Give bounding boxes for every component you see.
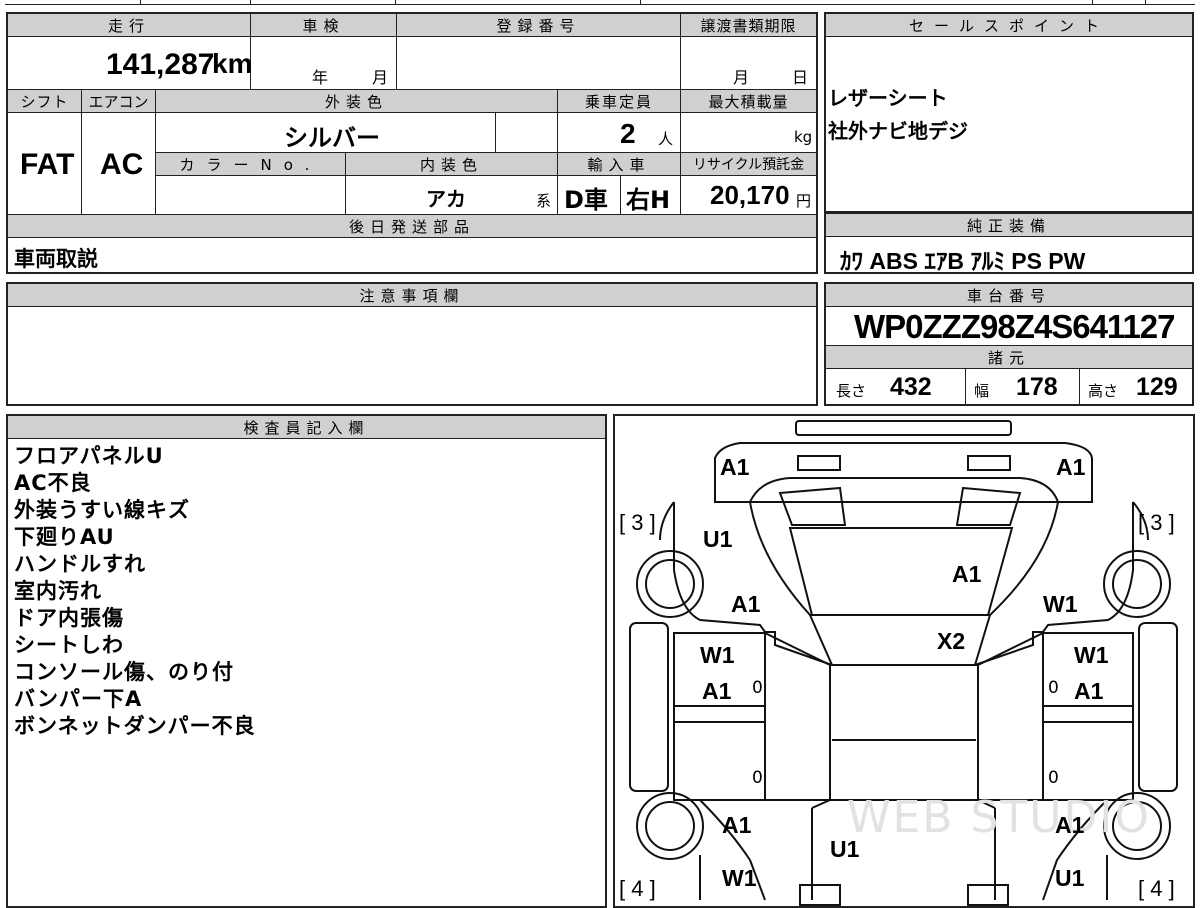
inspector-item: ドア内張傷 xyxy=(14,606,124,630)
shaken-header: 車検 xyxy=(251,14,396,36)
notes-header: 注意事項欄 xyxy=(8,284,816,306)
interior-value: アカ xyxy=(426,187,466,211)
import-header: 輸入車 xyxy=(558,153,680,175)
damage-mark: U1 xyxy=(703,526,733,552)
damage-mark: A1 xyxy=(1056,454,1086,480)
damage-mark: W1 xyxy=(1074,642,1109,668)
mileage-header: 走行 xyxy=(8,14,250,36)
exterior-header: 外装色 xyxy=(156,90,557,112)
inspector-item: ハンドルすれ xyxy=(14,552,146,576)
interior-suffix: 系 xyxy=(536,192,552,210)
sales-line: 社外ナビ地デジ xyxy=(828,119,968,143)
sales-line: レザーシート xyxy=(828,86,948,110)
inspector-item: コンソール傷、のり付 xyxy=(14,660,234,684)
damage-diagram: WEB STUDIO [ 3 ] [ 3 ] [ 4 ] [ 4 ] A1 A1 U… xyxy=(613,414,1195,908)
inspector-item: 室内汚れ xyxy=(14,579,102,603)
zero-mark: 0 xyxy=(752,678,763,698)
length-label: 長さ xyxy=(836,382,867,400)
inspector-item: 下廻りAU xyxy=(14,525,115,549)
mileage-value: 141,287 xyxy=(106,48,215,81)
equipment-box: 純正装備 ｶﾜ ABS ｴｱB ｱﾙﾐ PS PW xyxy=(824,212,1194,274)
reg-header: 登録番号 xyxy=(397,14,680,36)
chassis-header: 車台番号 xyxy=(826,284,1192,306)
equipment-value: ｶﾜ ABS ｴｱB ｱﾙﾐ PS PW xyxy=(840,248,1086,274)
zero-mark: 0 xyxy=(1048,768,1059,788)
chassis-box: 車台番号 WP0ZZZ98Z4S641127 諸元 長さ 432 幅 178 高… xyxy=(824,282,1194,406)
damage-mark: A1 xyxy=(720,454,750,480)
inspector-item: 外装うすい線キズ xyxy=(14,498,190,522)
interior-header: 内装色 xyxy=(346,153,557,175)
inspector-item: フロアパネルU xyxy=(14,444,164,468)
inspector-header: 検査員記入欄 xyxy=(8,416,605,438)
damage-mark: X2 xyxy=(937,628,966,654)
vehicle-info-table: 走行 車検 登録番号 譲渡書類期限 141,287 km 年 月 月 日 シフト… xyxy=(6,12,818,274)
import-value-1: D車 xyxy=(564,186,608,214)
ac-header: エアコン xyxy=(82,90,155,112)
chassis-value: WP0ZZZ98Z4S641127 xyxy=(854,308,1176,345)
damage-mark: U1 xyxy=(1055,865,1085,891)
sales-point-box: セールスポイント レザーシート 社外ナビ地デジ xyxy=(824,12,1194,213)
inspector-item: AC不良 xyxy=(14,471,92,495)
zero-mark: 0 xyxy=(1048,678,1059,698)
ac-value: AC xyxy=(100,148,144,181)
inspector-box: 検査員記入欄 フロアパネルU AC不良外装うすい線キズ 下廻りAU ハンドルすれ 室内汚… xyxy=(6,414,607,908)
length-value: 432 xyxy=(890,373,932,401)
import-value-2: 右H xyxy=(626,186,671,214)
recycle-value: 20,170 xyxy=(710,180,790,210)
specs-header: 諸元 xyxy=(826,346,1192,368)
parts-header: 後日発送部品 xyxy=(8,215,816,237)
damage-marks: A1 A1 U1 A1 A1 W1 X2 W1 W1 A1 A1 A1 U1 A1 W1 U1 0 0 0 0 xyxy=(615,416,1193,906)
shaken-year: 年 xyxy=(312,68,329,87)
maxload-header: 最大積載量 xyxy=(681,90,816,112)
zero-mark: 0 xyxy=(752,768,763,788)
damage-mark: A1 xyxy=(952,561,982,587)
colorno-header: カラーNo. xyxy=(156,153,345,175)
inspector-item: シートしわ xyxy=(14,633,124,657)
transfer-day: 日 xyxy=(792,68,809,87)
recycle-header: リサイクル預託金 xyxy=(681,153,816,175)
transfer-header: 譲渡書類期限 xyxy=(681,14,816,36)
inspector-item: バンパー下A xyxy=(14,687,143,711)
height-label: 高さ xyxy=(1088,382,1119,400)
maxload-unit: kg xyxy=(794,128,813,146)
width-label: 幅 xyxy=(974,382,990,400)
damage-mark: W1 xyxy=(722,865,757,891)
damage-mark: A1 xyxy=(702,678,732,704)
height-value: 129 xyxy=(1136,373,1178,401)
shift-value: FAT xyxy=(20,148,75,181)
equipment-header: 純正装備 xyxy=(826,214,1192,236)
transfer-month: 月 xyxy=(733,68,750,87)
damage-mark: W1 xyxy=(1043,591,1078,617)
damage-mark: A1 xyxy=(731,591,761,617)
parts-value: 車両取説 xyxy=(14,247,98,271)
shaken-month: 月 xyxy=(372,68,389,87)
damage-mark: U1 xyxy=(830,836,860,862)
damage-mark: A1 xyxy=(1074,678,1104,704)
damage-mark: A1 xyxy=(722,812,752,838)
damage-mark: W1 xyxy=(700,642,735,668)
capacity-unit: 人 xyxy=(658,130,674,148)
capacity-header: 乗車定員 xyxy=(558,90,680,112)
shift-header: シフト xyxy=(8,90,81,112)
inspector-item: ボンネットダンパー不良 xyxy=(14,714,256,738)
mileage-unit: km xyxy=(212,48,253,79)
width-value: 178 xyxy=(1016,373,1058,401)
inspector-list: フロアパネルU AC不良外装うすい線キズ 下廻りAU ハンドルすれ 室内汚れドア内張傷シ… xyxy=(14,443,594,740)
exterior-value: シルバー xyxy=(284,124,380,152)
recycle-unit: 円 xyxy=(796,192,812,210)
capacity-value: 2 xyxy=(620,118,636,149)
notes-box: 注意事項欄 xyxy=(6,282,818,406)
damage-mark: A1 xyxy=(1055,812,1085,838)
sales-header: セールスポイント xyxy=(826,14,1192,36)
